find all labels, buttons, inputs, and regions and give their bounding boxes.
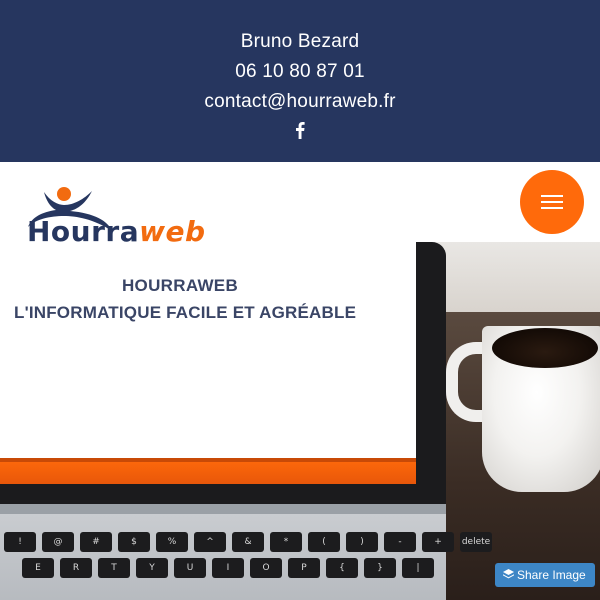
contact-name: Bruno Bezard: [240, 31, 360, 52]
keyboard-key: %: [156, 532, 188, 552]
laptop-keyboard: ! @ # $% ^ & * () - + delete E R T Y U I O P {} |: [0, 514, 492, 600]
keyboard-key: *: [270, 532, 302, 552]
hamburger-menu-icon: [541, 195, 563, 197]
screen-stripe: [0, 458, 416, 462]
keyboard-key: }: [364, 558, 396, 578]
keyboard-key: !: [4, 532, 36, 552]
keyboard-key: ): [346, 532, 378, 552]
share-image-label: Share Image: [517, 568, 586, 582]
keyboard-key: delete: [460, 532, 492, 552]
keyboard-key: ^: [194, 532, 226, 552]
keyboard-key: P: [288, 558, 320, 578]
keyboard-key: O: [250, 558, 282, 578]
keyboard-key: +: [422, 532, 454, 552]
keyboard-key: &: [232, 532, 264, 552]
contact-email[interactable]: contact@hourraweb.fr: [0, 90, 600, 114]
keyboard-row-letters: E R T Y U I O P {} |: [22, 558, 434, 580]
hero-subtitle: L'INFORMATIQUE FACILE ET AGRÉABLE: [14, 303, 357, 322]
laptop-hinge: [0, 504, 446, 514]
hamburger-line: [541, 201, 563, 203]
menu-button[interactable]: [520, 170, 584, 234]
keyboard-key: (: [308, 532, 340, 552]
keyboard-key: R: [60, 558, 92, 578]
keyboard-key: {: [326, 558, 358, 578]
facebook-icon[interactable]: [292, 121, 308, 139]
laptop-screen: [0, 242, 416, 458]
keyboard-key: |: [402, 558, 434, 578]
keyboard-key: @: [42, 532, 74, 552]
keyboard-row-numbers: ! @ # $% ^ & * () - + delete: [4, 532, 492, 554]
hamburger-line: [541, 207, 563, 209]
share-image-button[interactable]: Share Image: [495, 563, 595, 587]
keyboard-key: #: [80, 532, 112, 552]
hero-title: HOURRAWEB: [121, 276, 239, 295]
keyboard-key: -: [384, 532, 416, 552]
screen-orange-band: [0, 458, 416, 484]
keyboard-key: Y: [136, 558, 168, 578]
keyboard-key: I: [212, 558, 244, 578]
contact-phone[interactable]: 06 10 80 87 01: [0, 60, 600, 84]
layers-icon: [503, 569, 514, 579]
keyboard-key: T: [98, 558, 130, 578]
keyboard-key: U: [174, 558, 206, 578]
keyboard-key: $: [118, 532, 150, 552]
contact-bar: Bruno Bezard 06 10 80 87 01 contact@hour…: [0, 0, 600, 162]
coffee: [492, 328, 598, 368]
keyboard-key: E: [22, 558, 54, 578]
